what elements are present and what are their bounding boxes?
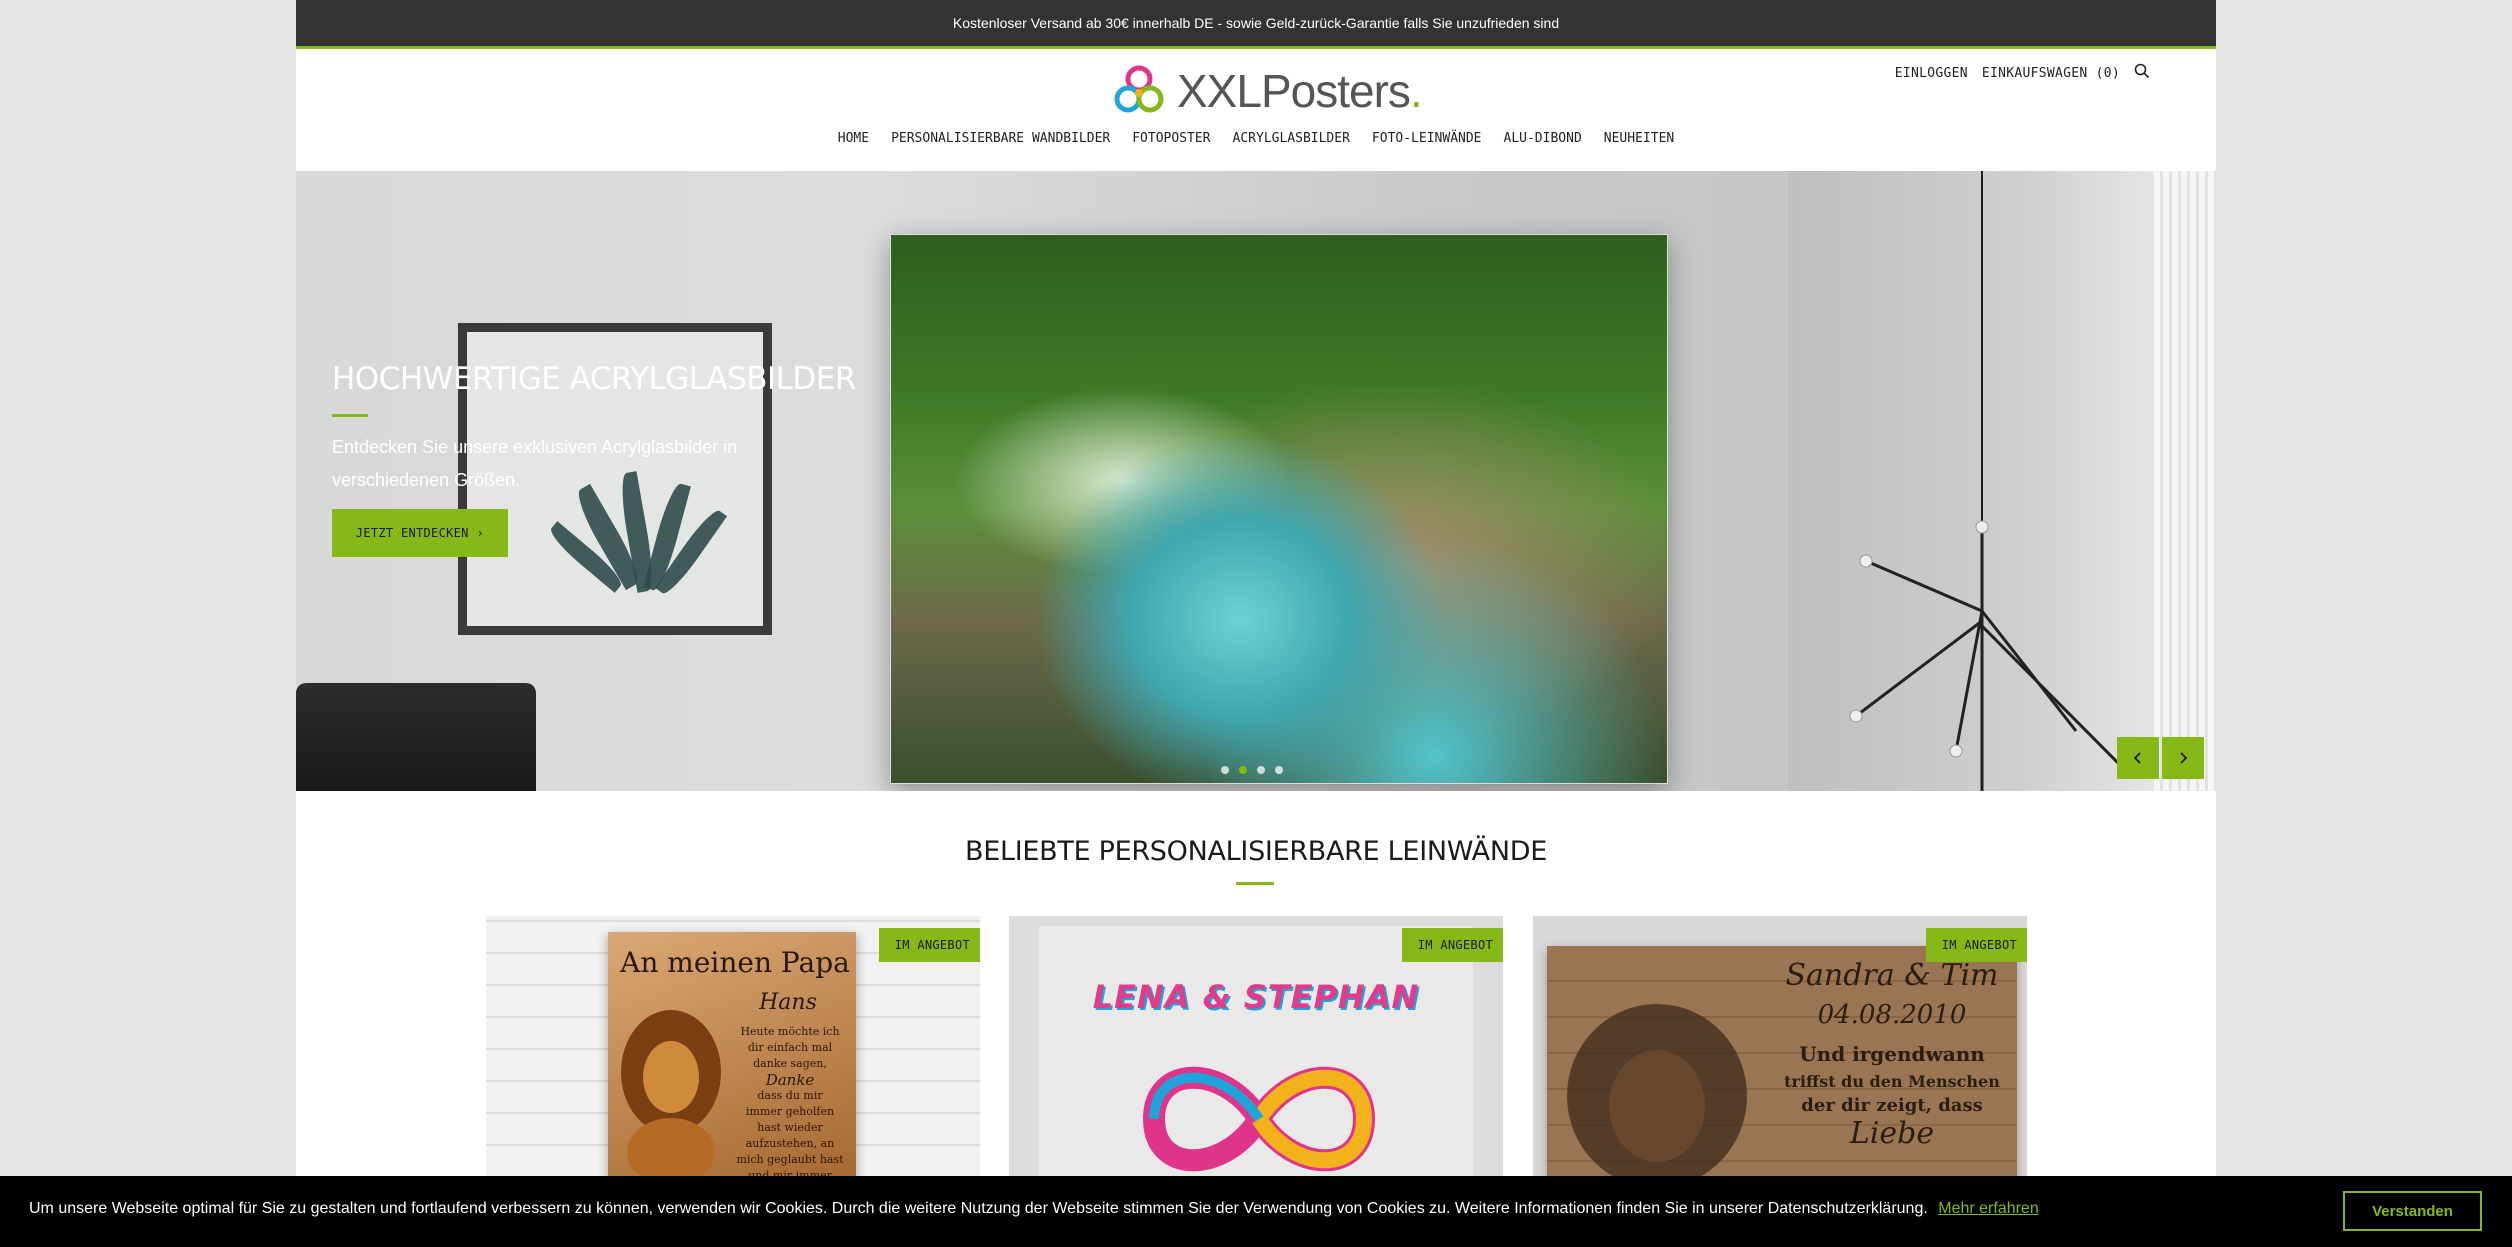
product-date: 04.08.2010 bbox=[1817, 1000, 1967, 1030]
product-canvas: LENA & STEPHAN bbox=[1039, 926, 1473, 1176]
cookie-more-link[interactable]: Mehr erfahren bbox=[1938, 1200, 2039, 1217]
hero-lamp bbox=[296, 683, 536, 791]
main-nav: HOME PERSONALISIERBARE WANDBILDER FOTOPO… bbox=[296, 131, 2216, 146]
announcement-text: Kostenloser Versand ab 30€ innerhalb DE … bbox=[952, 15, 1560, 31]
product-title: LENA & STEPHAN bbox=[1092, 978, 1420, 1016]
hero-title-underline bbox=[332, 414, 368, 417]
logo-text: XXLPosters. bbox=[1177, 65, 1423, 117]
announcement-bar: Kostenloser Versand ab 30€ innerhalb DE … bbox=[296, 0, 2216, 49]
chevron-right-icon bbox=[2180, 752, 2188, 764]
nav-item-alu-dibond[interactable]: ALU-DIBOND bbox=[1504, 131, 1582, 146]
hero-subtitle: Entdecken Sie unsere exklusiven Acrylgla… bbox=[332, 437, 738, 490]
product-name: Hans bbox=[759, 990, 817, 1015]
login-link[interactable]: EINLOGGEN bbox=[1895, 66, 1968, 81]
nav-item-neuheiten[interactable]: NEUHEITEN bbox=[1604, 131, 1674, 146]
sale-badge: IM ANGEBOT bbox=[1925, 928, 2027, 962]
product-card[interactable]: An meinen Papa Hans Heute möchte ich dir… bbox=[486, 916, 980, 1176]
nav-item-acrylglasbilder[interactable]: ACRYLGLASBILDER bbox=[1233, 131, 1350, 146]
cookie-message: Um unsere Webseite optimal für Sie zu ge… bbox=[29, 1200, 1928, 1217]
chevron-right-icon: › bbox=[476, 526, 485, 540]
nav-item-personalisierbare-wandbilder[interactable]: PERSONALISIERBARE WANDBILDER bbox=[891, 131, 1110, 146]
cart-link[interactable]: EINKAUFSWAGEN (0) bbox=[1982, 66, 2120, 81]
logo-icon bbox=[1114, 65, 1164, 113]
hero-title: HOCHWERTIGE ACRYLGLASBILDER bbox=[332, 361, 856, 397]
hero-cta-button[interactable]: JETZT ENTDECKEN › bbox=[332, 509, 508, 557]
section-title: BELIEBTE PERSONALISIERBARE LEINWÄNDE bbox=[965, 836, 1547, 867]
nav-item-fotoposter[interactable]: FOTOPOSTER bbox=[1132, 131, 1210, 146]
hero-artwork bbox=[890, 234, 1668, 784]
slider-dots bbox=[1221, 766, 1283, 774]
cookie-banner: Um unsere Webseite optimal für Sie zu ge… bbox=[0, 1176, 2512, 1247]
header-utilities: EINLOGGEN EINKAUFSWAGEN (0) bbox=[1895, 63, 2150, 84]
hero-cta-label: JETZT ENTDECKEN bbox=[355, 526, 469, 540]
section-title-underline bbox=[1236, 882, 1274, 885]
product-card[interactable]: LENA & STEPHAN IM ANGEBOT bbox=[1009, 916, 1503, 1176]
search-icon[interactable] bbox=[2134, 63, 2150, 84]
chevron-left-icon bbox=[2133, 752, 2141, 764]
sale-badge: IM ANGEBOT bbox=[878, 928, 980, 962]
infinity-icon bbox=[1142, 1066, 1376, 1172]
cookie-text-wrap: Um unsere Webseite optimal für Sie zu ge… bbox=[29, 1200, 2039, 1218]
product-text: Und irgendwann triffst du den Menschen d… bbox=[1784, 1042, 2000, 1151]
slider-dot-4[interactable] bbox=[1275, 766, 1283, 774]
nav-item-home[interactable]: HOME bbox=[838, 131, 869, 146]
product-canvas: Sandra & Tim 04.08.2010 Und irgendwann t… bbox=[1547, 946, 2017, 1176]
pendant-lamp-icon bbox=[1849, 171, 2128, 791]
lion-icon bbox=[1567, 1004, 1747, 1176]
cookie-accept-button[interactable]: Verstanden bbox=[2343, 1191, 2482, 1231]
product-card[interactable]: Sandra & Tim 04.08.2010 Und irgendwann t… bbox=[1533, 916, 2027, 1176]
page: Kostenloser Versand ab 30€ innerhalb DE … bbox=[296, 0, 2216, 1247]
product-canvas: An meinen Papa Hans Heute möchte ich dir… bbox=[608, 932, 856, 1176]
slider-dot-3[interactable] bbox=[1257, 766, 1265, 774]
hero-slider: HOCHWERTIGE ACRYLGLASBILDER Entdecken Si… bbox=[296, 171, 2216, 791]
product-text: Heute möchte ich dir einfach mal danke s… bbox=[736, 1025, 844, 1176]
lion-icon bbox=[621, 1010, 721, 1176]
slider-dot-2[interactable] bbox=[1239, 766, 1247, 774]
slider-dot-1[interactable] bbox=[1221, 766, 1229, 774]
slider-prev-button[interactable] bbox=[2117, 737, 2159, 779]
product-title: An meinen Papa bbox=[620, 946, 850, 979]
logo[interactable]: XXLPosters. bbox=[1109, 59, 1423, 123]
sale-badge: IM ANGEBOT bbox=[1401, 928, 1503, 962]
slider-next-button[interactable] bbox=[2162, 737, 2204, 779]
nav-item-foto-leinwaende[interactable]: FOTO-LEINWÄNDE bbox=[1372, 131, 1482, 146]
site-header: XXLPosters. EINLOGGEN EINKAUFSWAGEN (0) … bbox=[296, 49, 2216, 171]
product-title: Sandra & Tim bbox=[1785, 958, 1999, 993]
